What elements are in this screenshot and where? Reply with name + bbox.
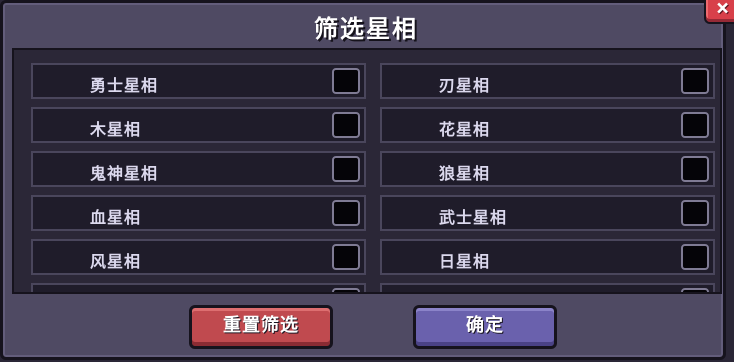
filter-dialog: 筛选星相 勇士星相 刃星相 木星相 花星相 鬼神星相 狼星相 血星相 武士星相 … [0,0,726,360]
filter-label: 刃星相 [439,76,491,95]
filter-row-flower[interactable]: 花星相 [380,107,715,143]
filter-checkbox[interactable] [332,200,360,226]
filter-checkbox[interactable] [681,156,709,182]
dialog-title: 筛选星相 [314,15,418,43]
filter-label: 日星相 [439,252,491,271]
filter-checkbox[interactable] [681,288,709,292]
filter-row-wind[interactable]: 风星相 [31,239,366,275]
filter-list-panel[interactable]: 勇士星相 刃星相 木星相 花星相 鬼神星相 狼星相 血星相 武士星相 风星相 日… [12,48,722,294]
filter-label: 狼星相 [439,164,491,183]
filter-dialog-root: 筛选星相 勇士星相 刃星相 木星相 花星相 鬼神星相 狼星相 血星相 武士星相 … [0,0,734,362]
filter-label: 风星相 [90,252,142,271]
filter-checkbox[interactable] [332,156,360,182]
close-button[interactable]: × [704,0,734,24]
filter-row-blood[interactable]: 血星相 [31,195,366,231]
filter-row-sun[interactable]: 日星相 [380,239,715,275]
filter-checkbox[interactable] [332,68,360,94]
filter-row-samurai[interactable]: 武士星相 [380,195,715,231]
filter-grid: 勇士星相 刃星相 木星相 花星相 鬼神星相 狼星相 血星相 武士星相 风星相 日… [31,63,715,292]
filter-label: 武士星相 [439,208,508,227]
filter-checkbox[interactable] [681,68,709,94]
filter-checkbox[interactable] [681,244,709,270]
filter-label: 血星相 [90,208,142,227]
filter-label: 花星相 [439,120,491,139]
filter-row-blade[interactable]: 刃星相 [380,63,715,99]
filter-checkbox[interactable] [681,200,709,226]
filter-row-partial[interactable] [380,283,715,292]
filter-label: 鬼神星相 [90,164,159,183]
filter-row-partial[interactable] [31,283,366,292]
filter-row-ghost-god[interactable]: 鬼神星相 [31,151,366,187]
reset-filter-button[interactable]: 重置筛选 [189,305,333,349]
filter-row-wolf[interactable]: 狼星相 [380,151,715,187]
filter-row-wood[interactable]: 木星相 [31,107,366,143]
filter-label: 勇士星相 [90,76,159,95]
filter-checkbox[interactable] [332,288,360,292]
filter-checkbox[interactable] [332,112,360,138]
filter-row-warrior[interactable]: 勇士星相 [31,63,366,99]
filter-checkbox[interactable] [681,112,709,138]
close-icon: × [716,0,730,21]
confirm-button[interactable]: 确定 [413,305,557,349]
filter-label: 木星相 [90,120,142,139]
filter-checkbox[interactable] [332,244,360,270]
